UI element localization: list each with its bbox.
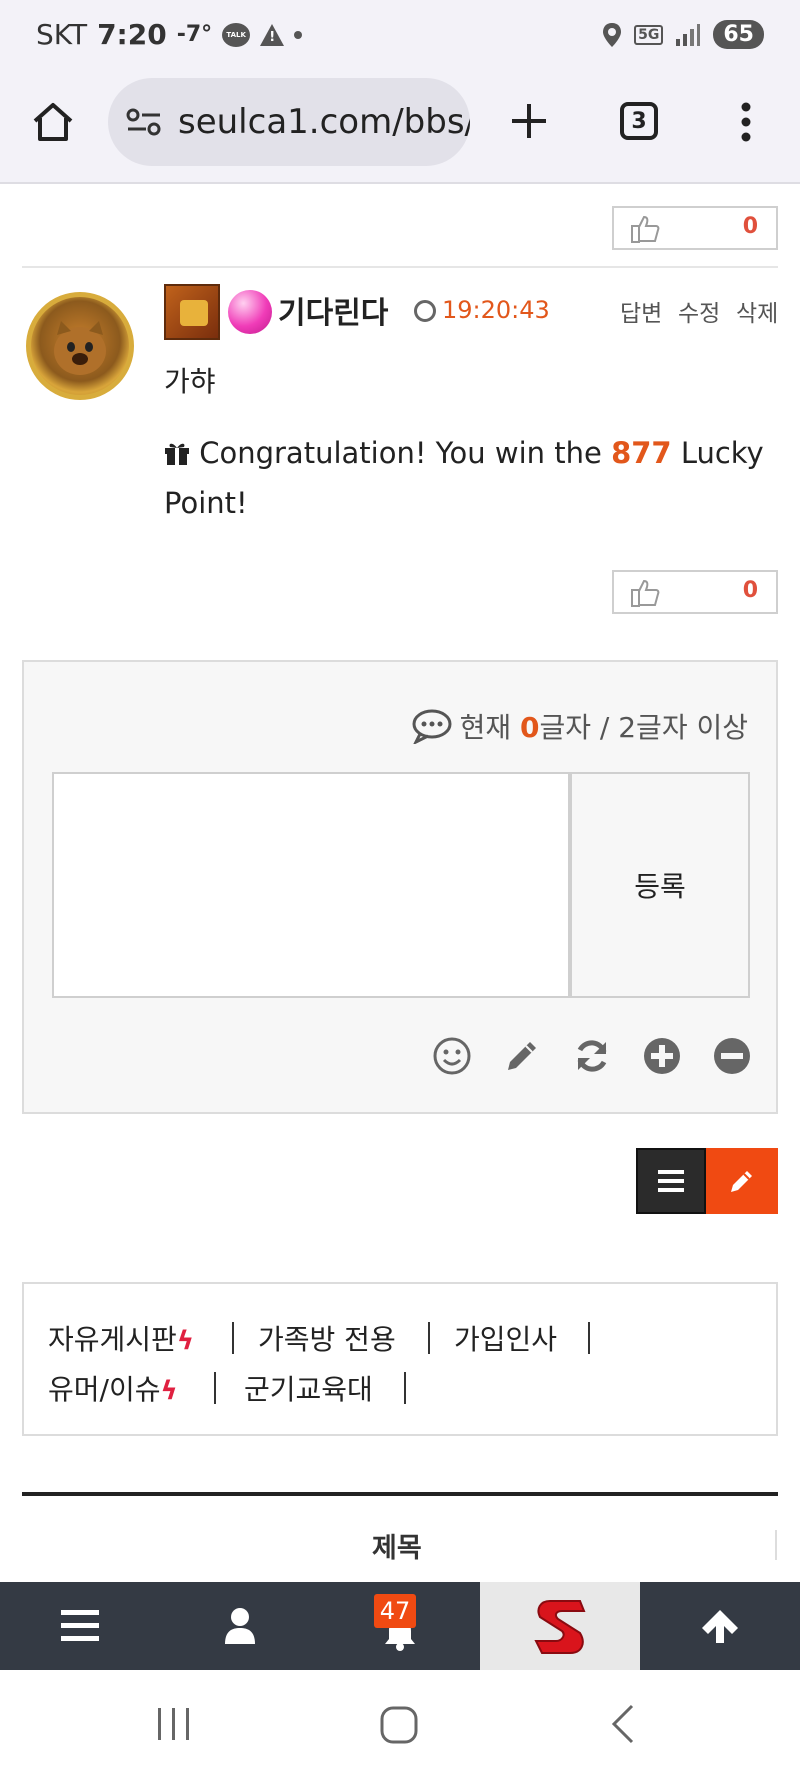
url-text: seulca1.com/bbs/	[178, 102, 470, 142]
lucky-prefix: Congratulation! You win the	[199, 436, 612, 470]
system-navigation-bar	[0, 1670, 800, 1778]
menu-button[interactable]	[0, 1582, 160, 1670]
avatar[interactable]	[26, 292, 134, 400]
lucky-point-message: Congratulation! You win the 877 Lucky Po…	[164, 428, 784, 528]
pencil-icon	[731, 1171, 752, 1192]
like-count: 0	[742, 214, 758, 239]
comment-bubble-icon	[412, 709, 452, 744]
board-link-greeting[interactable]: 가입인사	[454, 1318, 557, 1358]
home-button-icon[interactable]	[380, 1706, 418, 1744]
comment-text: 가햐	[164, 365, 216, 398]
address-bar[interactable]: seulca1.com/bbs/	[108, 78, 470, 166]
hot-bolt-icon: ϟ	[176, 1326, 194, 1356]
char-counter: 현재 0글자 / 2글자 이상	[412, 706, 748, 746]
site-settings-icon[interactable]	[126, 108, 162, 136]
member-badge-icon	[228, 290, 272, 334]
arrow-up-icon	[702, 1610, 738, 1643]
carrier: SKT	[36, 18, 88, 51]
delete-link[interactable]: 삭제	[736, 294, 778, 328]
scroll-top-button[interactable]	[640, 1582, 800, 1670]
menu-icon	[61, 1610, 99, 1641]
browser-toolbar: seulca1.com/bbs/ 3	[0, 72, 800, 184]
back-icon[interactable]	[610, 1704, 636, 1744]
more-menu-icon[interactable]	[740, 102, 752, 142]
status-bar: SKT 7:20 -7° TALK ! 5G 65	[0, 0, 800, 72]
like-button-comment[interactable]: 0	[612, 570, 778, 614]
shrink-minus-icon[interactable]	[712, 1036, 752, 1076]
counter-current: 0	[520, 711, 540, 744]
counter-suffix: 글자 / 2글자 이상	[539, 711, 748, 744]
comment-form: 현재 0글자 / 2글자 이상 등록	[22, 660, 778, 1114]
write-button[interactable]	[706, 1148, 778, 1214]
talk-label: TALK	[226, 30, 246, 39]
battery-indicator: 65	[713, 20, 764, 49]
hot-bolt-icon: ϟ	[160, 1376, 178, 1406]
board-link-label: 자유게시판	[48, 1323, 177, 1356]
signal-icon	[676, 23, 701, 46]
clock-icon	[414, 300, 436, 322]
board-link-free[interactable]: 자유게시판ϟ	[48, 1318, 194, 1358]
comment-time: 19:20:43	[442, 296, 550, 324]
site-logo-icon: S	[534, 1600, 586, 1654]
like-button-top[interactable]: 0	[612, 206, 778, 250]
column-header-title[interactable]: 제목	[372, 1526, 422, 1565]
column-separator	[775, 1530, 777, 1560]
clock: 7:20	[97, 18, 167, 51]
list-button[interactable]	[636, 1148, 706, 1214]
kakaotalk-icon: TALK	[222, 22, 251, 47]
board-link-family[interactable]: 가족방 전용	[258, 1318, 396, 1358]
warning-icon: !	[260, 23, 285, 46]
comment-textarea[interactable]	[52, 772, 570, 998]
separator	[214, 1372, 216, 1404]
thumbs-up-icon	[631, 215, 660, 243]
avatar-dog-image	[54, 321, 106, 375]
tab-switcher-button[interactable]: 3	[620, 102, 658, 140]
temperature: -7°	[176, 22, 213, 47]
home-icon[interactable]	[32, 102, 74, 142]
expand-plus-icon[interactable]	[642, 1036, 682, 1076]
profile-button[interactable]	[160, 1582, 320, 1670]
board-link-label: 유머/이슈	[48, 1373, 161, 1406]
lucky-points: 877	[611, 436, 672, 470]
notification-badge: 47	[374, 1594, 416, 1628]
comment-author[interactable]: 기다린다	[278, 288, 388, 332]
pencil-icon[interactable]	[502, 1036, 542, 1076]
separator	[588, 1322, 590, 1354]
refresh-icon[interactable]	[572, 1036, 612, 1076]
thumbs-up-icon	[631, 579, 660, 607]
new-tab-icon[interactable]	[510, 102, 548, 140]
submit-button[interactable]: 등록	[570, 772, 750, 998]
location-icon	[603, 22, 622, 47]
separator	[404, 1372, 406, 1404]
separator	[232, 1322, 234, 1354]
table-header-rule	[22, 1492, 778, 1496]
edit-link[interactable]: 수정	[678, 294, 720, 328]
board-link-humor[interactable]: 유머/이슈ϟ	[48, 1368, 178, 1408]
gift-icon	[165, 443, 189, 465]
recent-apps-icon[interactable]	[156, 1706, 192, 1742]
more-notifications-dot	[294, 30, 303, 39]
member-level-icon	[164, 284, 220, 340]
network-5g-icon: 5G	[634, 24, 664, 45]
like-count: 0	[742, 578, 758, 603]
site-logo-button[interactable]: S	[480, 1582, 640, 1670]
reply-link[interactable]: 답변	[620, 294, 662, 328]
board-link-discipline[interactable]: 군기교육대	[244, 1368, 373, 1408]
list-icon	[658, 1170, 684, 1192]
separator	[428, 1322, 430, 1354]
counter-prefix: 현재	[459, 711, 520, 744]
emoticon-icon[interactable]	[432, 1036, 472, 1076]
divider	[22, 266, 778, 268]
user-icon	[225, 1608, 255, 1644]
board-links-box: 자유게시판ϟ 가족방 전용 가입인사 유머/이슈ϟ 군기교육대	[22, 1282, 778, 1436]
